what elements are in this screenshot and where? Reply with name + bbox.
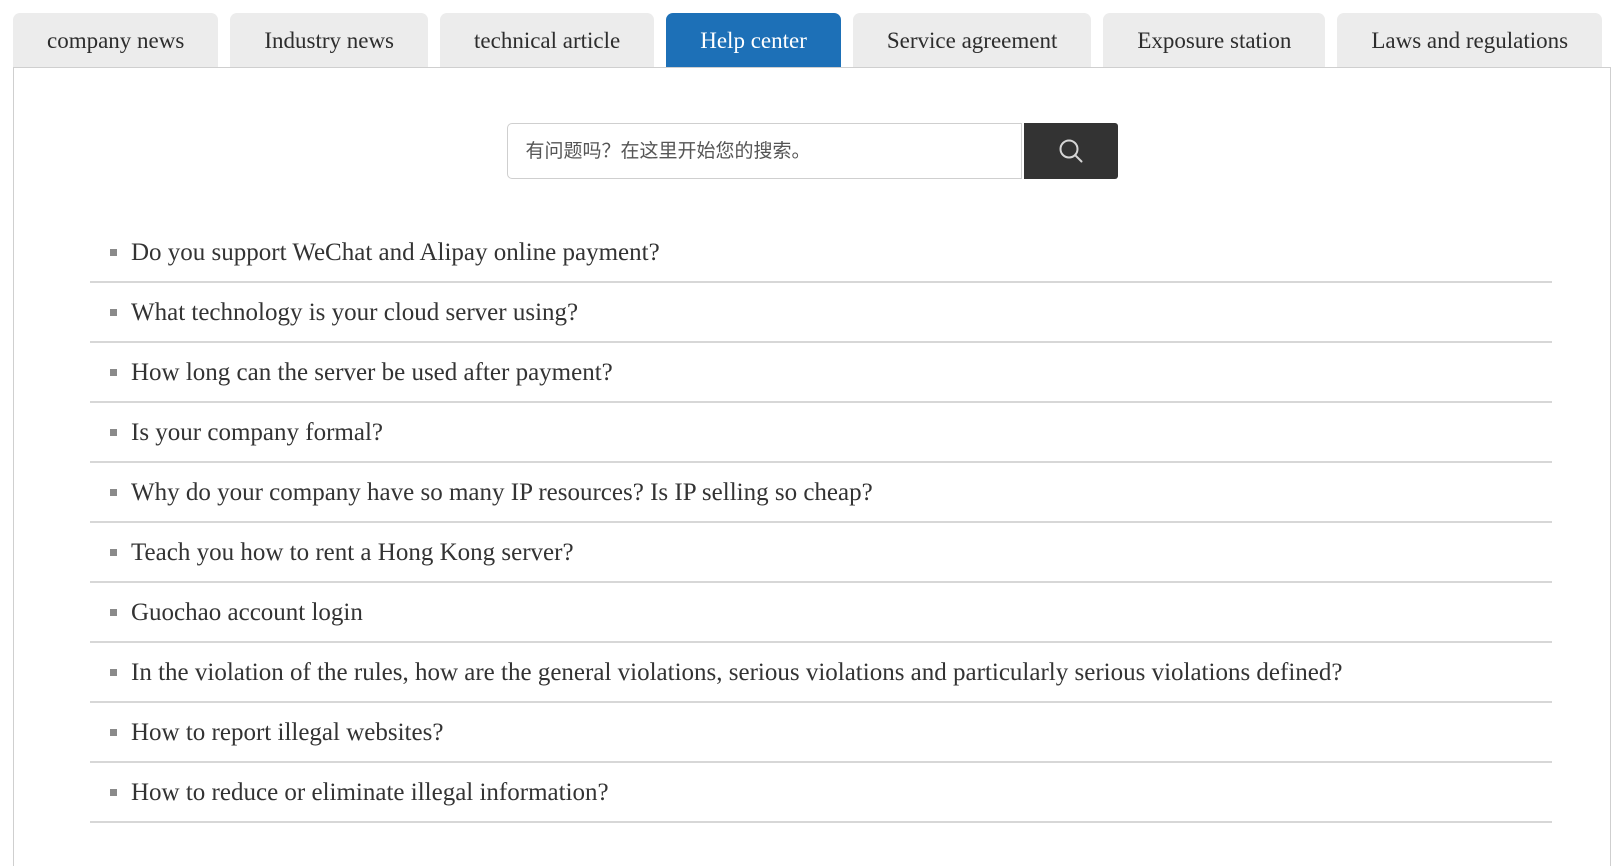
- search-button[interactable]: [1023, 123, 1118, 179]
- faq-item-label: Teach you how to rent a Hong Kong server…: [131, 538, 574, 566]
- tab-company-news[interactable]: company news: [13, 13, 219, 67]
- faq-item[interactable]: Teach you how to rent a Hong Kong server…: [90, 523, 1552, 583]
- faq-item-label: Why do your company have so many IP reso…: [131, 478, 873, 506]
- tab-service-agreement[interactable]: Service agreement: [852, 13, 1092, 67]
- tab-label: Laws and regulations: [1371, 27, 1569, 53]
- faq-item-label: How long can the server be used after pa…: [131, 358, 613, 386]
- bullet-square-icon: [110, 428, 117, 436]
- tab-help-center[interactable]: Help center: [666, 13, 841, 67]
- tab-industry-news[interactable]: Industry news: [230, 13, 429, 67]
- faq-item[interactable]: Why do your company have so many IP reso…: [90, 463, 1552, 523]
- tab-label: Service agreement: [886, 27, 1058, 53]
- faq-item-label: Do you support WeChat and Alipay online …: [131, 238, 660, 266]
- faq-list: Do you support WeChat and Alipay online …: [90, 223, 1552, 823]
- faq-item[interactable]: How long can the server be used after pa…: [90, 343, 1552, 403]
- tab-laws-and-regulations[interactable]: Laws and regulations: [1337, 13, 1603, 67]
- tab-technical-article[interactable]: technical article: [440, 13, 655, 67]
- bullet-square-icon: [110, 308, 117, 316]
- faq-item[interactable]: What technology is your cloud server usi…: [90, 283, 1552, 343]
- bullet-square-icon: [110, 728, 117, 736]
- bullet-square-icon: [110, 788, 117, 796]
- faq-item-label: How to report illegal websites?: [131, 718, 444, 746]
- faq-item[interactable]: Do you support WeChat and Alipay online …: [90, 223, 1552, 283]
- faq-item-label: How to reduce or eliminate illegal infor…: [131, 778, 609, 806]
- tab-label: company news: [47, 27, 185, 53]
- bullet-square-icon: [110, 608, 117, 616]
- tab-label: Exposure station: [1137, 27, 1292, 53]
- tab-label: Help center: [700, 27, 807, 53]
- search-input[interactable]: [506, 123, 1022, 179]
- tab-label: Industry news: [264, 27, 395, 53]
- faq-item-label: Guochao account login: [131, 598, 363, 626]
- faq-item-label: In the violation of the rules, how are t…: [131, 658, 1343, 686]
- faq-item[interactable]: How to reduce or eliminate illegal infor…: [90, 763, 1552, 823]
- bullet-square-icon: [110, 548, 117, 556]
- tab-label: technical article: [474, 27, 621, 53]
- content-panel: Do you support WeChat and Alipay online …: [13, 67, 1611, 866]
- faq-item[interactable]: How to report illegal websites?: [90, 703, 1552, 763]
- tab-exposure-station[interactable]: Exposure station: [1103, 13, 1326, 67]
- help-center-page: company news Industry news technical artic…: [0, 0, 1624, 866]
- bullet-square-icon: [110, 488, 117, 496]
- bullet-square-icon: [110, 668, 117, 676]
- search-icon: [1056, 136, 1086, 166]
- faq-item[interactable]: In the violation of the rules, how are t…: [90, 643, 1552, 703]
- faq-item-label: What technology is your cloud server usi…: [131, 298, 579, 326]
- search-box: [506, 123, 1118, 179]
- bullet-square-icon: [110, 368, 117, 376]
- faq-item[interactable]: Guochao account login: [90, 583, 1552, 643]
- search-row: [14, 123, 1610, 179]
- faq-item[interactable]: Is your company formal?: [90, 403, 1552, 463]
- tab-bar: company news Industry news technical artic…: [13, 13, 1603, 67]
- bullet-square-icon: [110, 248, 117, 256]
- faq-item-label: Is your company formal?: [131, 418, 384, 446]
